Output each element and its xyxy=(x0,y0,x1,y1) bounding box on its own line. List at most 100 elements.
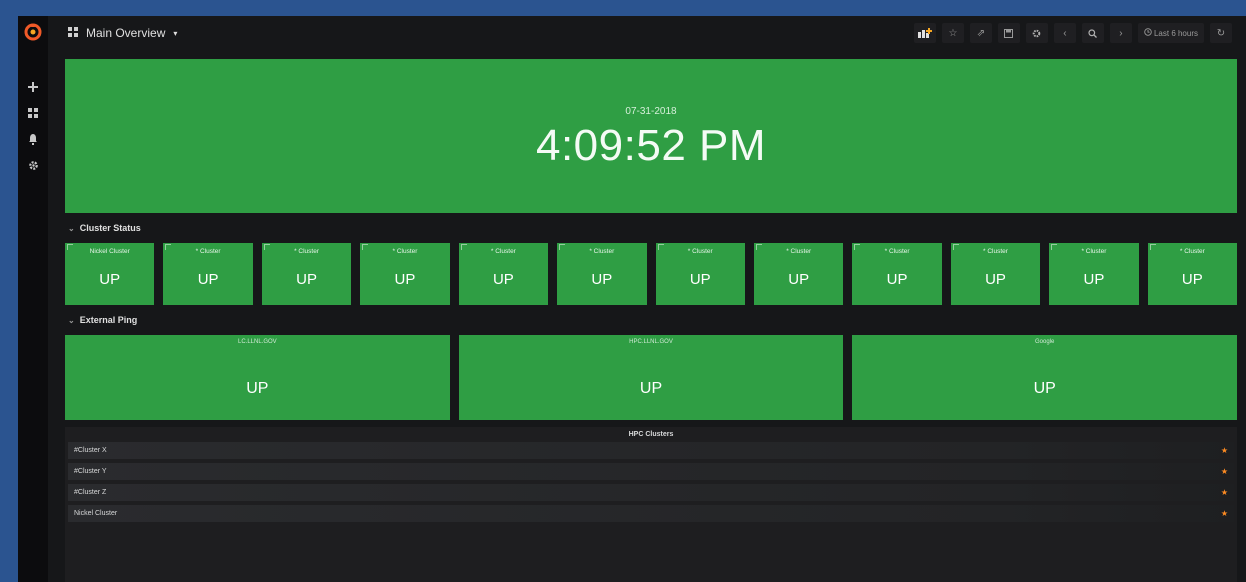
tile-title: * Cluster xyxy=(687,248,713,255)
hpc-clusters-panel: HPC Clusters #Cluster X ★ #Cluster Y ★ #… xyxy=(65,427,1237,582)
tile-value: UP xyxy=(99,271,121,288)
chevron-down-icon: ⌄ xyxy=(68,223,75,233)
clock-panel[interactable]: 07-31-2018 4:09:52 PM xyxy=(65,59,1237,213)
star-icon[interactable]: ★ xyxy=(1221,467,1228,476)
save-icon xyxy=(1004,28,1014,38)
tile-title: * Cluster xyxy=(884,248,910,255)
time-forward-button[interactable]: › xyxy=(1109,23,1132,43)
save-button[interactable] xyxy=(997,23,1020,43)
ping-tile[interactable]: LC.LLNL.GOV UP xyxy=(65,335,450,420)
time-back-button[interactable]: ‹ xyxy=(1053,23,1076,43)
tile-value: UP xyxy=(591,271,613,288)
panel-link-icon xyxy=(1051,244,1058,250)
dashboards-grid-icon[interactable] xyxy=(25,105,41,121)
tile-title: Nickel Cluster xyxy=(89,248,130,255)
ping-title: LC.LLNL.GOV xyxy=(237,339,277,345)
refresh-button[interactable]: ↻ xyxy=(1210,23,1232,43)
list-item-label: #Cluster Y xyxy=(74,468,107,475)
panel-link-icon xyxy=(755,244,762,250)
chevron-left-icon: ‹ xyxy=(1063,27,1067,39)
external-ping-row: LC.LLNL.GOV UP HPC.LLNL.GOV UP Google UP xyxy=(65,335,1238,420)
row-header-cluster-status[interactable]: ⌄ Cluster Status xyxy=(65,213,1237,243)
panel-link-icon xyxy=(1149,244,1156,250)
sidebar xyxy=(18,16,48,582)
cluster-tile[interactable]: * Cluster UP xyxy=(1049,243,1139,305)
cluster-tile[interactable]: * Cluster UP xyxy=(458,243,549,305)
cluster-tile[interactable]: * Cluster UP xyxy=(360,243,450,305)
ping-tile[interactable]: HPC.LLNL.GOV UP xyxy=(458,335,844,420)
share-button[interactable]: ⇗ xyxy=(969,23,992,43)
tile-title: * Cluster xyxy=(294,248,320,255)
tile-title: * Cluster xyxy=(490,248,516,255)
settings-button[interactable] xyxy=(1025,23,1048,43)
cluster-tile[interactable]: * Cluster UP xyxy=(163,243,253,305)
star-icon[interactable]: ★ xyxy=(1221,509,1228,518)
cluster-tile[interactable]: Nickel Cluster UP xyxy=(65,243,155,305)
add-panel-icon xyxy=(917,28,932,38)
ping-value: UP xyxy=(246,380,269,397)
star-icon[interactable]: ★ xyxy=(1221,446,1228,455)
panel-link-icon xyxy=(460,244,467,250)
tile-title: * Cluster xyxy=(1179,248,1205,255)
tile-title: * Cluster xyxy=(786,248,812,255)
tile-value: UP xyxy=(886,271,908,288)
dashboard-app: Main Overview ▾ ☆ ⇗ ‹ › Last 6 hours ↻ 0… xyxy=(18,16,1246,582)
dashboard-body: 07-31-2018 4:09:52 PM ⌄ Cluster Status N… xyxy=(65,59,1238,582)
tile-value: UP xyxy=(985,271,1006,288)
caret-down-icon: ▾ xyxy=(173,28,178,38)
row-header-external-ping[interactable]: ⌄ External Ping xyxy=(65,305,1237,335)
add-panel-button[interactable] xyxy=(913,23,936,43)
cluster-tile[interactable]: * Cluster UP xyxy=(852,243,942,305)
list-item-label: #Cluster Z xyxy=(74,489,107,496)
dashboard-picker[interactable]: Main Overview ▾ xyxy=(68,26,177,40)
cluster-tile[interactable]: * Cluster UP xyxy=(1147,243,1238,305)
tile-value: UP xyxy=(492,271,514,288)
panel-link-icon xyxy=(559,244,566,250)
tile-title: * Cluster xyxy=(983,248,1008,255)
cluster-tile[interactable]: * Cluster UP xyxy=(261,243,352,305)
top-navbar: Main Overview ▾ ☆ ⇗ ‹ › Last 6 hours ↻ xyxy=(48,16,1246,50)
zoom-out-button[interactable] xyxy=(1081,23,1104,43)
plus-icon[interactable] xyxy=(25,79,41,95)
cluster-tile[interactable]: * Cluster UP xyxy=(557,243,647,305)
star-outline-icon: ☆ xyxy=(948,27,958,39)
dashboard-toolbar: ☆ ⇗ ‹ › Last 6 hours ↻ xyxy=(913,23,1232,43)
list-item-label: Nickel Cluster xyxy=(74,510,118,517)
panel-title: HPC Clusters xyxy=(628,431,674,438)
clock-date: 07-31-2018 xyxy=(625,105,677,117)
cog-icon xyxy=(1033,29,1041,37)
share-icon: ⇗ xyxy=(976,27,986,39)
row-title: Cluster Status xyxy=(79,223,141,233)
cluster-tile[interactable]: * Cluster UP xyxy=(950,243,1041,305)
list-item[interactable]: #Cluster Y ★ xyxy=(68,463,1234,480)
list-item[interactable]: #Cluster X ★ xyxy=(68,442,1234,459)
tile-value: UP xyxy=(1181,271,1203,288)
cluster-status-row: Nickel Cluster UP * Cluster UP * Cluster UP… xyxy=(65,243,1238,305)
clock-time: 4:09:52 PM xyxy=(535,120,767,170)
clock-icon xyxy=(1144,28,1152,38)
list-item[interactable]: #Cluster Z ★ xyxy=(68,484,1234,501)
tile-title: * Cluster xyxy=(195,248,221,255)
ping-title: Google xyxy=(1035,339,1055,345)
tile-title: * Cluster xyxy=(392,248,418,255)
panel-link-icon xyxy=(854,244,861,250)
star-icon[interactable]: ★ xyxy=(1221,488,1228,497)
tile-value: UP xyxy=(788,271,810,288)
chevron-right-icon: › xyxy=(1119,27,1123,39)
time-range-label: Last 6 hours xyxy=(1153,28,1198,38)
cluster-tile[interactable]: * Cluster UP xyxy=(753,243,844,305)
time-picker-button[interactable]: Last 6 hours xyxy=(1137,23,1204,43)
magnifier-icon xyxy=(1088,28,1098,38)
ping-tile[interactable]: Google UP xyxy=(852,335,1238,420)
dashboard-grid-icon xyxy=(68,26,78,40)
tile-value: UP xyxy=(689,271,711,288)
star-button[interactable]: ☆ xyxy=(941,23,964,43)
bell-icon[interactable] xyxy=(25,131,41,147)
tile-value: UP xyxy=(1083,271,1105,288)
ping-value: UP xyxy=(1033,380,1056,397)
list-item[interactable]: Nickel Cluster ★ xyxy=(68,505,1234,522)
grafana-logo-icon[interactable] xyxy=(24,23,42,41)
cluster-tile[interactable]: * Cluster UP xyxy=(655,243,745,305)
gear-icon[interactable] xyxy=(25,157,41,173)
panel-link-icon xyxy=(165,244,172,250)
